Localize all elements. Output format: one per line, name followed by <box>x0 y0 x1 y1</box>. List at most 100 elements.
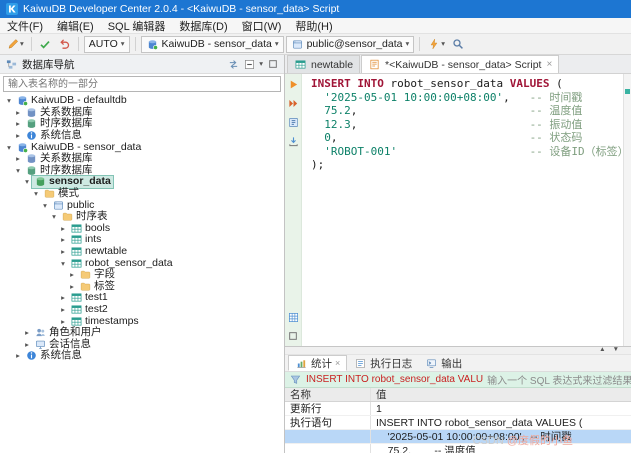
grid-row[interactable]: 执行语句INSERT INTO robot_sensor_data VALUES… <box>285 416 631 430</box>
ruler-mark <box>625 89 630 94</box>
expand-arrow-icon[interactable]: ▸ <box>13 130 23 141</box>
expand-arrow-icon[interactable]: ▸ <box>67 281 77 292</box>
horizontal-splitter[interactable]: ▲ ▼ <box>285 347 631 355</box>
results-tab-统计[interactable]: 统计× <box>288 355 347 371</box>
collapse-arrow-icon[interactable]: ▾ <box>22 176 32 187</box>
expand-arrow-icon[interactable]: ▸ <box>13 118 23 129</box>
editor-tab-newtable[interactable]: newtable <box>287 55 360 73</box>
collapse-arrow-icon[interactable]: ▾ <box>13 165 23 176</box>
connection-select[interactable]: KaiwuDB - sensor_data ▾ <box>141 36 284 53</box>
collapse-arrow-icon[interactable]: ▾ <box>31 188 41 199</box>
close-tab-icon[interactable]: × <box>335 359 340 368</box>
tree-item-角色和用户[interactable]: ▸角色和用户 <box>0 327 284 339</box>
tree-item-字段[interactable]: ▸字段 <box>0 269 284 281</box>
expand-arrow-icon[interactable]: ▸ <box>13 107 23 118</box>
close-tab-icon[interactable]: × <box>546 60 552 70</box>
maximize-panel-icon[interactable] <box>266 58 279 71</box>
results-tab-bar: 统计× 执行日志输出 <box>285 355 631 372</box>
tree-item-test2[interactable]: ▸test2 <box>0 304 284 316</box>
panel-up-icon[interactable]: ▲ <box>599 347 605 354</box>
tree-item-test1[interactable]: ▸test1 <box>0 292 284 304</box>
table-filter-input[interactable] <box>3 76 281 92</box>
tree-item-kaiwudb-defaultdb[interactable]: ▾KaiwuDB - defaultdb <box>0 95 284 107</box>
new-sql-editor-button[interactable]: ▾ <box>4 36 26 53</box>
execute-script-icon[interactable] <box>287 97 300 109</box>
expand-arrow-icon[interactable]: ▸ <box>58 223 68 234</box>
collapse-arrow-icon[interactable]: ▾ <box>49 211 59 222</box>
expand-arrow-icon[interactable]: ▸ <box>22 327 32 338</box>
collapse-arrow-icon[interactable]: ▾ <box>4 142 14 153</box>
info-icon <box>25 350 37 361</box>
column-header-值[interactable]: 值 <box>371 388 631 402</box>
menu-编辑-e[interactable]: 编辑(E) <box>50 18 101 33</box>
tree-item-label: 时序表 <box>76 211 108 222</box>
database-value: public@sensor_data <box>307 38 403 50</box>
tree-item-label: robot_sensor_data <box>85 258 173 269</box>
collapse-arrow-icon[interactable]: ▾ <box>58 258 68 269</box>
execute-statement-icon[interactable] <box>287 78 300 90</box>
view-menu-icon[interactable]: ▾ <box>259 60 263 68</box>
expand-arrow-icon[interactable]: ▸ <box>22 339 32 350</box>
export-result-icon[interactable] <box>287 135 300 147</box>
tree-item-public[interactable]: ▾public <box>0 199 284 211</box>
sql-line-3: 75.2, -- 温度值 <box>311 104 623 118</box>
folder-icon <box>61 211 73 222</box>
filter-value[interactable]: INSERT INTO robot_sensor_data VALU <box>306 374 483 385</box>
grid-row[interactable]: '2025-05-01 10:00:00+08:00', -- 时间戳 <box>285 430 631 444</box>
results-tab-label: 执行日志 <box>370 356 412 371</box>
menu-文件-f[interactable]: 文件(F) <box>0 18 50 33</box>
tree-item-时序数据库[interactable]: ▾时序数据库 <box>0 165 284 177</box>
rollback-button[interactable] <box>56 36 73 53</box>
table-icon <box>70 316 82 327</box>
tree-item-newtable[interactable]: ▸newtable <box>0 246 284 258</box>
expand-arrow-icon[interactable]: ▸ <box>58 316 68 327</box>
transaction-mode-select[interactable]: AUTO ▾ <box>84 36 130 53</box>
expand-arrow-icon[interactable]: ▸ <box>58 292 68 303</box>
editor-tab-kaiwudb-sensor-data-script[interactable]: *<KaiwuDB - sensor_data> Script× <box>361 55 559 73</box>
grid-row[interactable]: 更新行1 <box>285 402 631 416</box>
menu-窗口-w[interactable]: 窗口(W) <box>235 18 289 33</box>
search-button[interactable] <box>449 36 466 53</box>
overview-ruler[interactable] <box>623 74 631 346</box>
results-tab-输出[interactable]: 输出 <box>419 355 468 371</box>
maximize-editor-icon[interactable] <box>287 330 300 342</box>
expand-arrow-icon[interactable]: ▸ <box>13 350 23 361</box>
database-select[interactable]: public@sensor_data ▾ <box>286 36 415 53</box>
commit-button[interactable] <box>37 36 54 53</box>
tree-item-关系数据库[interactable]: ▸关系数据库 <box>0 153 284 165</box>
panel-down-icon[interactable]: ▼ <box>613 347 619 354</box>
schema-icon <box>291 38 304 51</box>
tree-item-模式[interactable]: ▾模式 <box>0 188 284 200</box>
grid-header-row: 名称值 <box>285 388 631 402</box>
explain-plan-icon[interactable] <box>287 116 300 128</box>
tree-item-ints[interactable]: ▸ints <box>0 234 284 246</box>
tree-item-content: 时序数据库 <box>23 165 95 177</box>
results-tab-执行日志[interactable]: 执行日志 <box>348 355 418 371</box>
link-with-editor-icon[interactable] <box>227 58 240 71</box>
tree-item-标签[interactable]: ▸标签 <box>0 281 284 293</box>
menu-帮助-h[interactable]: 帮助(H) <box>288 18 339 33</box>
sql-code-editor[interactable]: INSERT INTO robot_sensor_data VALUES ( '… <box>302 74 623 346</box>
tree-item-sensor-data[interactable]: ▾sensor_data <box>0 176 284 188</box>
tree-item-时序表[interactable]: ▾ 时序表 <box>0 211 284 223</box>
tree-item-content: ints <box>68 234 103 246</box>
expand-arrow-icon[interactable]: ▸ <box>58 234 68 245</box>
execute-template-button[interactable]: ▾ <box>425 36 447 53</box>
collapse-all-icon[interactable] <box>243 58 256 71</box>
tree-item-timestamps[interactable]: ▸timestamps <box>0 315 284 327</box>
expand-arrow-icon[interactable]: ▸ <box>13 153 23 164</box>
collapse-arrow-icon[interactable]: ▾ <box>4 95 14 106</box>
expand-arrow-icon[interactable]: ▸ <box>58 246 68 257</box>
toggle-results-icon[interactable] <box>287 311 300 323</box>
collapse-arrow-icon[interactable]: ▾ <box>40 200 50 211</box>
menu-sql-编辑器[interactable]: SQL 编辑器 <box>101 18 173 33</box>
expand-arrow-icon[interactable]: ▸ <box>58 304 68 315</box>
tree-item-robot-sensor-data[interactable]: ▾ robot_sensor_data <box>0 257 284 269</box>
tree-item-系统信息[interactable]: ▸系统信息 <box>0 130 284 142</box>
column-header-名称[interactable]: 名称 <box>285 388 371 401</box>
grid-row[interactable]: 75.2, -- 温度值 <box>285 444 631 453</box>
menu-数据库-d[interactable]: 数据库(D) <box>172 18 234 33</box>
tree-item-系统信息[interactable]: ▸系统信息 <box>0 350 284 362</box>
tree-item-bools[interactable]: ▸bools <box>0 223 284 235</box>
expand-arrow-icon[interactable]: ▸ <box>67 269 77 280</box>
